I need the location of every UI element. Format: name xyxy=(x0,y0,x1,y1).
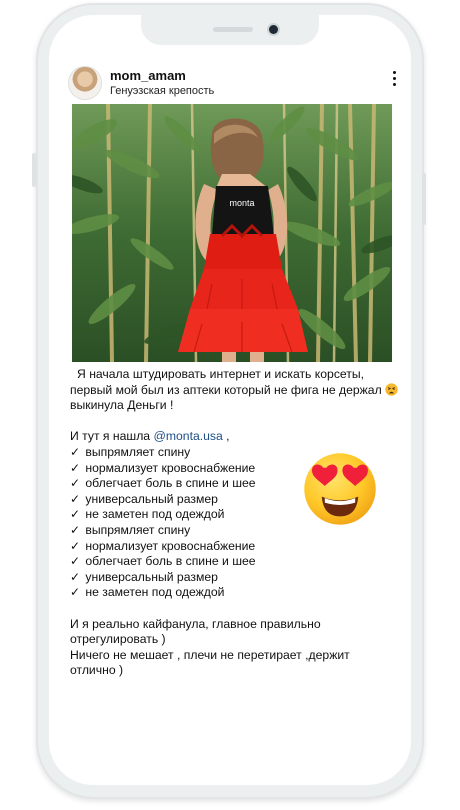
check-icon: ✓ xyxy=(70,460,81,475)
post-header: mom_amam Генуэзская крепость xyxy=(69,67,399,103)
check-icon: ✓ xyxy=(70,538,81,553)
caption-text: , xyxy=(222,429,230,444)
more-options-icon[interactable] xyxy=(391,71,397,91)
caption-line: первый мой был из аптеки который не фига… xyxy=(70,382,398,399)
caption-text: И тут я нашла xyxy=(70,429,154,444)
caption-line: Ничего не мешает , плечи не перетирает ,… xyxy=(70,647,350,662)
post-photo[interactable]: monta xyxy=(72,104,392,362)
photo-print-text: monta xyxy=(229,198,254,208)
check-icon: ✓ xyxy=(70,522,81,537)
caption-line: отрегулировать ) xyxy=(70,632,166,647)
check-text: облегчает боль в спине и шее xyxy=(85,554,256,569)
check-text: универсальный размер xyxy=(85,491,218,506)
check-icon: ✓ xyxy=(70,491,81,506)
caption-text: первый мой был из аптеки который не фига… xyxy=(70,382,382,397)
check-item: ✓ нормализует кровоснабжение xyxy=(70,539,392,555)
caption-line: И тут я нашла @monta.usa , xyxy=(70,429,392,445)
photo-illustration: monta xyxy=(72,104,392,362)
caption-line: И я реально кайфанула, главное правильно xyxy=(70,616,321,631)
check-item: ✓ универсальный размер xyxy=(70,570,392,586)
username[interactable]: mom_amam xyxy=(110,68,186,83)
heart-eyes-emoji-icon xyxy=(304,453,376,525)
front-camera xyxy=(269,25,278,34)
avatar[interactable] xyxy=(69,67,101,99)
speaker-grille xyxy=(213,27,253,32)
check-item: ✓ облегчает боль в спине и шее xyxy=(70,554,392,570)
check-text: облегчает боль в спине и шее xyxy=(85,476,256,491)
phone-notch xyxy=(141,15,319,45)
check-icon: ✓ xyxy=(70,585,81,600)
check-icon: ✓ xyxy=(70,507,81,522)
caption-line: отлично ) xyxy=(70,663,124,678)
mention-link[interactable]: @monta.usa xyxy=(153,429,222,443)
location[interactable]: Генуэзская крепость xyxy=(110,85,214,97)
check-text: нормализует кровоснабжение xyxy=(85,538,256,553)
caption-line: Я начала штудировать интернет и искать к… xyxy=(77,367,365,381)
check-item: ✓ не заметен под одеждой xyxy=(70,585,392,601)
check-text: выпрямляет спину xyxy=(85,522,191,537)
check-text: не заметен под одеждой xyxy=(85,507,225,522)
phone-screen: mom_amam Генуэзская крепость monta Я нач… xyxy=(49,15,411,785)
check-text: нормализует кровоснабжение xyxy=(85,460,256,475)
check-text: не заметен под одеждой xyxy=(85,585,225,600)
check-text: выпрямляет спину xyxy=(85,444,191,459)
check-icon: ✓ xyxy=(70,569,81,584)
check-text: универсальный размер xyxy=(85,569,218,584)
side-button-left xyxy=(32,153,36,187)
tired-face-icon xyxy=(385,382,398,396)
check-icon: ✓ xyxy=(70,476,81,491)
caption-line: выкинула Деньги ! xyxy=(70,398,174,413)
side-button-right xyxy=(422,173,426,225)
check-icon: ✓ xyxy=(70,444,81,459)
check-icon: ✓ xyxy=(70,554,81,569)
